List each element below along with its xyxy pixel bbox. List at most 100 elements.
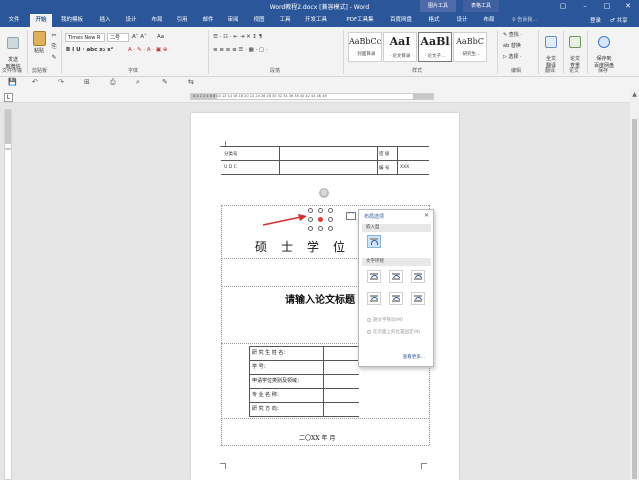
form-line: [249, 402, 359, 403]
context-tab-table-tools[interactable]: 表格工具: [463, 0, 500, 12]
context-tab-picture-tools[interactable]: 图片工具: [420, 0, 457, 12]
font-name-select[interactable]: Times New R: [65, 33, 105, 42]
save-to-baidu-button[interactable]: 保存到 百度网盘: [589, 30, 619, 69]
udc-label: U D C: [224, 165, 237, 170]
resize-handle[interactable]: [328, 226, 333, 231]
tab-file[interactable]: 文件: [4, 14, 24, 27]
style-thesis-toc[interactable]: AaI · 论文目录: [383, 32, 417, 62]
image-placeholder-icon[interactable]: ⚙: [319, 188, 329, 198]
save-icon[interactable]: 💾: [8, 78, 17, 86]
customize-icon[interactable]: ⇆: [188, 78, 194, 86]
tab-table-design[interactable]: 设计: [452, 14, 472, 27]
full-translate-button[interactable]: 全文 翻译: [542, 30, 560, 69]
group-separator: [208, 30, 209, 74]
close-icon[interactable]: ✕: [424, 212, 429, 219]
vertical-ruler[interactable]: [4, 109, 12, 480]
cut-icon[interactable]: ✂: [50, 32, 58, 39]
group-label-styles: 样式: [412, 68, 423, 74]
translate-icon: [545, 36, 557, 48]
ruler-bar[interactable]: 8 4 2 2 4 6 8 10 12 14 16 18 20 22 24 26…: [190, 93, 434, 100]
tab-home[interactable]: 开始: [30, 14, 52, 27]
group-label-file-transfer: 文件传输: [2, 68, 23, 74]
find-button[interactable]: ✎ 查找 ·: [503, 31, 522, 38]
tab-tools[interactable]: 工具: [276, 14, 294, 27]
tell-me-search[interactable]: ♀ 告诉我...: [512, 16, 537, 23]
table-icon[interactable]: ⊞: [84, 78, 90, 86]
font-format-buttons[interactable]: B I U · abc x₂ x²: [66, 47, 113, 53]
tab-references[interactable]: 引用: [173, 14, 191, 27]
print-icon[interactable]: ⎙: [110, 78, 116, 87]
change-case-button[interactable]: Aa: [157, 34, 164, 40]
date-line[interactable]: 二〇XX 年 月: [299, 433, 335, 442]
close-icon[interactable]: ✕: [617, 0, 639, 12]
tab-insert[interactable]: 插入: [96, 14, 114, 27]
thesis-title[interactable]: 请输入论文标题: [285, 291, 355, 306]
vertical-scrollbar[interactable]: ▲: [630, 89, 639, 480]
form-label-research-direction: 研 究 方 向：: [252, 406, 282, 412]
resize-handle[interactable]: [318, 226, 323, 231]
select-button[interactable]: ▷ 选择 ·: [503, 53, 522, 60]
undo-icon[interactable]: ↶: [32, 78, 38, 86]
group-label-clipboard: 剪贴板: [32, 68, 48, 74]
wrap-in-front-option[interactable]: [411, 292, 425, 305]
scroll-thumb[interactable]: [632, 119, 637, 479]
tab-selector-icon[interactable]: L: [4, 93, 13, 102]
wrap-top-bottom-option[interactable]: [367, 292, 381, 305]
tab-mailings[interactable]: 邮件: [199, 14, 217, 27]
maximize-icon[interactable]: □: [596, 0, 618, 12]
thesis-check-button[interactable]: 论文 查重: [566, 30, 584, 69]
dotted-table-line: [221, 205, 222, 445]
font-size-select[interactable]: 二号: [107, 33, 129, 42]
window-title: Word教程2.docx [兼容模式] - Word: [269, 4, 370, 11]
wrap-tight-option[interactable]: [389, 270, 403, 283]
tab-baidu-pan[interactable]: 百度网盘: [386, 14, 416, 27]
list-indent-buttons[interactable]: ☰ · ☷ · ⇤ ⇥ ✕ ↕ ¶: [213, 34, 262, 40]
redo-icon[interactable]: ↷: [58, 78, 64, 86]
move-with-text-radio[interactable]: 随文字移动(M): [367, 317, 403, 323]
preview-icon[interactable]: ⌕: [136, 78, 140, 87]
layout-options-button[interactable]: ⌒: [346, 212, 356, 220]
tab-review[interactable]: 审阅: [224, 14, 242, 27]
style-thesis-sub[interactable]: AaBl · 论文子...: [418, 32, 452, 62]
font-color-buttons[interactable]: A · ✎ · A · ▣ ⊕: [128, 47, 167, 53]
tab-pdf-tools[interactable]: PDF工具集: [342, 14, 378, 27]
resize-handle[interactable]: [328, 208, 333, 213]
tab-design[interactable]: 设计: [122, 14, 140, 27]
replace-button[interactable]: ab 替换: [503, 42, 521, 49]
fix-on-page-radio[interactable]: 在页面上的位置固定(N): [367, 329, 427, 335]
format-painter-icon[interactable]: ✎: [50, 54, 58, 61]
font-size-grow-shrink[interactable]: A˄ A˅: [132, 34, 147, 40]
layout-options-title: 布局选项: [364, 214, 385, 220]
tab-format[interactable]: 格式: [424, 14, 444, 27]
tab-developer[interactable]: 开发工具: [302, 14, 330, 27]
wrap-square-option[interactable]: [367, 270, 381, 283]
style-cover-toc[interactable]: AaBbCc · 封面目录: [348, 32, 382, 62]
scroll-up-icon[interactable]: ▲: [631, 91, 638, 99]
tab-view[interactable]: 视图: [250, 14, 268, 27]
resize-handle[interactable]: [318, 208, 323, 213]
alignment-buttons[interactable]: ≡ ≡ ≡ ≡ ☰ · ▦ · ▢ ·: [213, 47, 268, 53]
selected-object[interactable]: [318, 217, 323, 222]
send-to-wechat-button[interactable]: 发送 到微信: [3, 31, 23, 70]
group-separator: [343, 30, 344, 74]
login-link[interactable]: 登录: [590, 16, 601, 24]
horizontal-ruler[interactable]: L 8 4 2 2 4 6 8 10 12 14 16 18 20 22 24 …: [0, 89, 639, 103]
group-label-translate: 翻译: [545, 68, 556, 74]
tab-my-templates[interactable]: 我的模板: [58, 14, 86, 27]
ribbon-display-icon[interactable]: ▢: [552, 0, 574, 12]
style-graduate[interactable]: AaBbC · 研究生...: [453, 32, 487, 62]
minimize-icon[interactable]: –: [574, 0, 596, 12]
tab-table-layout[interactable]: 布局: [479, 14, 499, 27]
tab-layout[interactable]: 布局: [148, 14, 166, 27]
wrap-inline-option[interactable]: [367, 235, 381, 248]
resize-handle[interactable]: [328, 217, 333, 222]
see-more-link[interactable]: 查看更多...: [403, 354, 425, 360]
wrap-through-option[interactable]: [411, 270, 425, 283]
copy-icon[interactable]: ⎘: [50, 43, 58, 51]
paste-button[interactable]: 粘贴: [31, 31, 47, 54]
secret-level-label: 密 级: [379, 152, 390, 157]
wrap-behind-text-option[interactable]: [389, 292, 403, 305]
draw-icon[interactable]: ✎: [162, 78, 168, 86]
share-button[interactable]: ♂ 共享: [610, 16, 628, 24]
form-line: [249, 374, 359, 375]
